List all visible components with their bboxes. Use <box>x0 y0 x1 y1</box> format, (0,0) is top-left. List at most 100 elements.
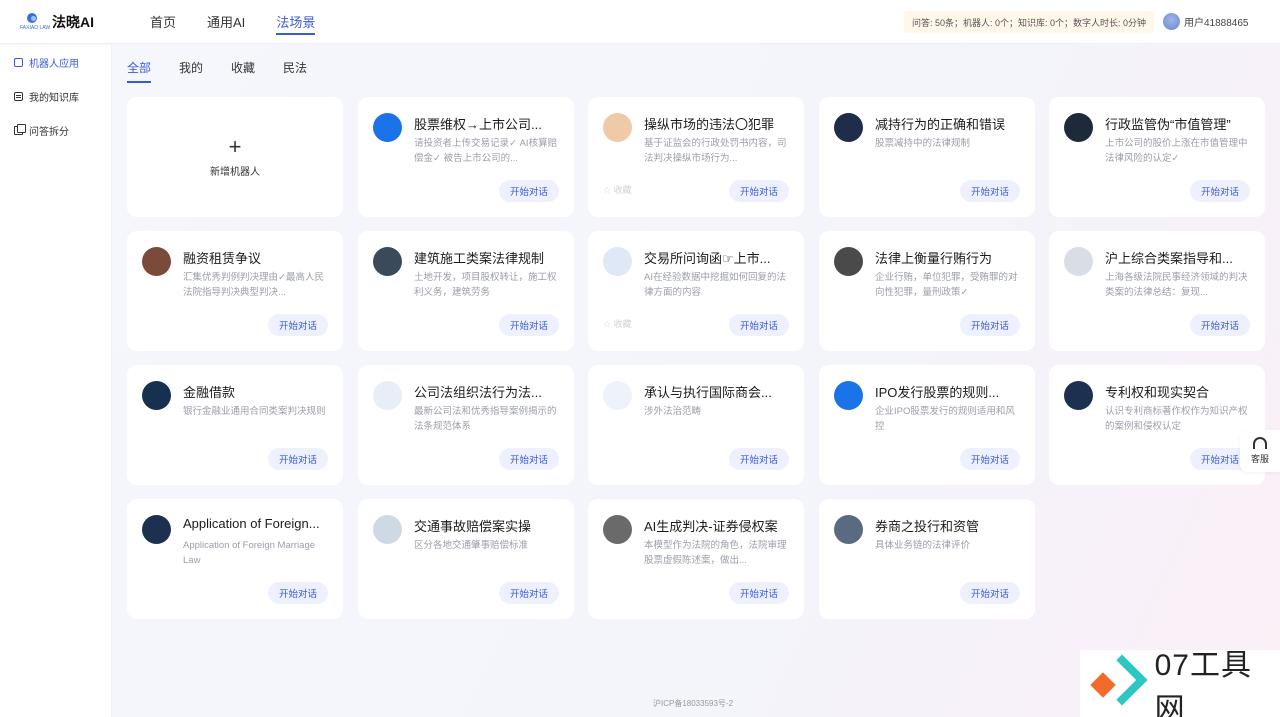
robot-card[interactable]: 金融借款银行金融业通用合同类案判决规则开始对话 <box>127 365 343 485</box>
sidebar-item-robot-apps[interactable]: 机器人应用 <box>14 54 79 71</box>
robot-card-description: Application of Foreign Marriage Law <box>183 540 316 566</box>
avatar <box>1163 13 1180 30</box>
sidebar: 机器人应用 我的知识库 问答拆分 <box>0 45 112 717</box>
robot-card-title: 公司法组织法行为法... <box>414 385 542 400</box>
start-chat-button[interactable]: 开始对话 <box>959 582 1020 604</box>
robot-card-title: 专利权和现实契合 <box>1105 385 1210 400</box>
robot-card-description: 企业行贿，单位犯罪，受贿罪的对向性犯罪，量刑政策✓ <box>875 272 1018 298</box>
start-chat-button[interactable]: 开始对话 <box>267 448 328 470</box>
icp-footer[interactable]: 沪ICP备18033593号-2 <box>653 698 733 709</box>
start-chat-button[interactable]: 开始对话 <box>728 448 789 470</box>
start-chat-button[interactable]: 开始对话 <box>959 180 1020 202</box>
start-chat-button[interactable]: 开始对话 <box>498 448 559 470</box>
favorite-label: 收藏 <box>613 319 632 329</box>
start-chat-button[interactable]: 开始对话 <box>1189 314 1250 336</box>
robot-card[interactable]: AI生成判决-证券侵权案本模型作为法院的角色，法院审理股票虚假陈述案，做出...… <box>588 499 804 619</box>
favorite-button[interactable]: ☆ 收藏 <box>603 183 632 196</box>
robot-card[interactable]: IPO发行股票的规则... 企业IPO股票发行的规则适用和风控 开始对话 <box>819 365 1035 485</box>
robot-card[interactable]: 融资租赁争议 汇集优秀判例判决理由✓最高人民法院指导判决典型判决... 开始对话 <box>127 231 343 351</box>
finance-icon <box>142 381 171 410</box>
tab-all[interactable]: 全部 <box>127 59 152 83</box>
customer-service-button[interactable]: 客服 <box>1240 430 1280 472</box>
tab-mine[interactable]: 我的 <box>179 59 203 83</box>
robot-card-title: 承认与执行国际商会... <box>644 385 772 400</box>
start-chat-button[interactable]: 开始对话 <box>498 314 559 336</box>
nav-general-ai[interactable]: 通用AI <box>207 0 245 44</box>
start-chat-button[interactable]: 开始对话 <box>959 448 1020 470</box>
bribe-icon <box>834 247 863 276</box>
tab-civil-law[interactable]: 民法 <box>283 59 307 83</box>
logo-icon: FAXIAO LAW <box>20 11 50 33</box>
main-content: 全部 我的 收藏 民法 + 新增机器人 股票维权→上市公司... 请投资者上传交易记录… <box>113 45 1280 717</box>
user-menu[interactable]: 用户41888465 <box>1163 13 1249 30</box>
robot-card-title: 金融借款 <box>183 385 236 400</box>
nav-home[interactable]: 首页 <box>150 0 176 44</box>
robot-card-description: 本模型作为法院的角色，法院审理股票虚假陈述案，做出... <box>644 540 787 566</box>
robot-card[interactable]: 承认与执行国际商会... 涉外法治范畴开始对话 <box>588 365 804 485</box>
new-robot-card[interactable]: + 新增机器人 <box>127 97 343 217</box>
sidebar-item-qa-split[interactable]: 问答拆分 <box>14 122 69 139</box>
robot-card[interactable]: 行政监管伪“市值管理” 上市公司的股价上涨在市值管理中法律风险的认定✓ 开始对话 <box>1049 97 1265 217</box>
arbitration-icon <box>603 381 632 410</box>
star-icon: ☆ <box>603 319 614 329</box>
tab-favorites[interactable]: 收藏 <box>231 59 255 83</box>
plus-icon: + <box>228 133 242 159</box>
patent-icon <box>1064 381 1093 410</box>
robot-card[interactable]: 交通事故赔偿案实操区分各地交通肇事赔偿标准开始对话 <box>358 499 574 619</box>
robot-card-title: 交通事故赔偿案实操 <box>414 519 532 534</box>
start-chat-button[interactable]: 开始对话 <box>728 582 789 604</box>
robot-card[interactable]: 公司法组织法行为法... 最新公司法和优秀指导案例揭示的法条规范体系 开始对话 <box>358 365 574 485</box>
question-icon <box>834 381 863 410</box>
nav-law-scenes[interactable]: 法场景 <box>276 0 316 44</box>
star-icon: ☆ <box>603 185 614 195</box>
market-icon <box>603 113 632 142</box>
robot-card[interactable]: 券商之投行和资管具体业务链的法律评价开始对话 <box>819 499 1035 619</box>
robot-card-description: 基于证监会的行政处罚书内容，司法判决操纵市场行为... <box>644 138 787 164</box>
start-chat-button[interactable]: 开始对话 <box>959 314 1020 336</box>
robot-card[interactable]: 沪上综合类案指导和... 上海各级法院民事经济领域的判决类案的法律总结：复现...… <box>1049 231 1265 351</box>
robot-card-title: AI生成判决-证券侵权案 <box>644 519 778 534</box>
robot-card[interactable]: 股票维权→上市公司... 请投资者上传交易记录✓ AI核算赔偿金✓ 被告上市公司的… <box>358 97 574 217</box>
robot-card-description: AI在经验数据中挖掘如何回复的法律方面的内容 <box>644 272 786 298</box>
copy-icon <box>14 124 26 135</box>
robot-card[interactable]: 专利权和现实契合 认识专利商标著作权作为知识产权的案例和侵权认定 开始对话 <box>1049 365 1265 485</box>
app-logo[interactable]: FAXIAO LAW 法晓AI <box>20 11 150 33</box>
robot-card[interactable]: 法律上衡量行贿行为企业行贿，单位犯罪，受贿罪的对向性犯罪，量刑政策✓ 开始对话 <box>819 231 1035 351</box>
robot-card-description: 汇集优秀判例判决理由✓最高人民法院指导判决典型判决... <box>183 272 324 298</box>
sidebar-item-label: 我的知识库 <box>29 93 79 104</box>
robot-card[interactable]: 建筑施工类案法律规制 土地开发，项目股权转让，施工权利义务，建筑劳务 开始对话 <box>358 231 574 351</box>
start-chat-button[interactable]: 开始对话 <box>267 582 328 604</box>
globe-icon <box>142 515 171 544</box>
robot-card-title: 法律上衡量行贿行为 <box>875 251 993 266</box>
robot-card-description: 企业IPO股票发行的规则适用和风控 <box>875 406 1015 432</box>
new-robot-label: 新增机器人 <box>210 166 260 178</box>
scale-icon <box>603 515 632 544</box>
favorite-button[interactable]: ☆ 收藏 <box>603 317 632 330</box>
robot-card[interactable]: Application of Foreign... Application of … <box>127 499 343 619</box>
robot-card-title: 交易所问询函☞上市... <box>644 251 771 266</box>
exchange-icon <box>603 247 632 276</box>
sidebar-item-knowledge-base[interactable]: 我的知识库 <box>14 88 79 105</box>
robot-card-description: 区分各地交通肇事赔偿标准 <box>414 540 529 551</box>
start-chat-button[interactable]: 开始对话 <box>728 180 789 202</box>
favorite-label: 收藏 <box>613 185 632 195</box>
robot-card-description: 银行金融业通用合同类案判决规则 <box>183 406 326 417</box>
robot-card[interactable]: 操纵市场的违法〇犯罪 基于证监会的行政处罚书内容，司法判决操纵市场行为... 开始对… <box>588 97 804 217</box>
sidebar-item-label: 问答拆分 <box>29 127 69 138</box>
start-chat-button[interactable]: 开始对话 <box>1189 180 1250 202</box>
robot-card[interactable]: 减持行为的正确和错误 股票减持中的法律规制 开始对话 <box>819 97 1035 217</box>
robot-card[interactable]: 交易所问询函☞上市... AI在经验数据中挖掘如何回复的法律方面的内容开始对话 ☆ … <box>588 231 804 351</box>
robot-card-title: 券商之投行和资管 <box>875 519 980 534</box>
robot-icon <box>14 58 23 67</box>
robot-card-description: 具体业务链的法律评价 <box>875 540 971 551</box>
robot-card-description: 涉外法治范畴 <box>644 406 702 417</box>
watermark-logo-icon <box>1088 654 1148 710</box>
robot-card-title: Application of Foreign... <box>183 516 320 531</box>
start-chat-button[interactable]: 开始对话 <box>498 180 559 202</box>
start-chat-button[interactable]: 开始对话 <box>728 314 789 336</box>
robot-card-title: 减持行为的正确和错误 <box>875 117 1006 132</box>
watermark: 07工具网 <box>1080 649 1280 717</box>
start-chat-button[interactable]: 开始对话 <box>267 314 328 336</box>
start-chat-button[interactable]: 开始对话 <box>498 582 559 604</box>
robot-card-title: 建筑施工类案法律规制 <box>414 251 545 266</box>
